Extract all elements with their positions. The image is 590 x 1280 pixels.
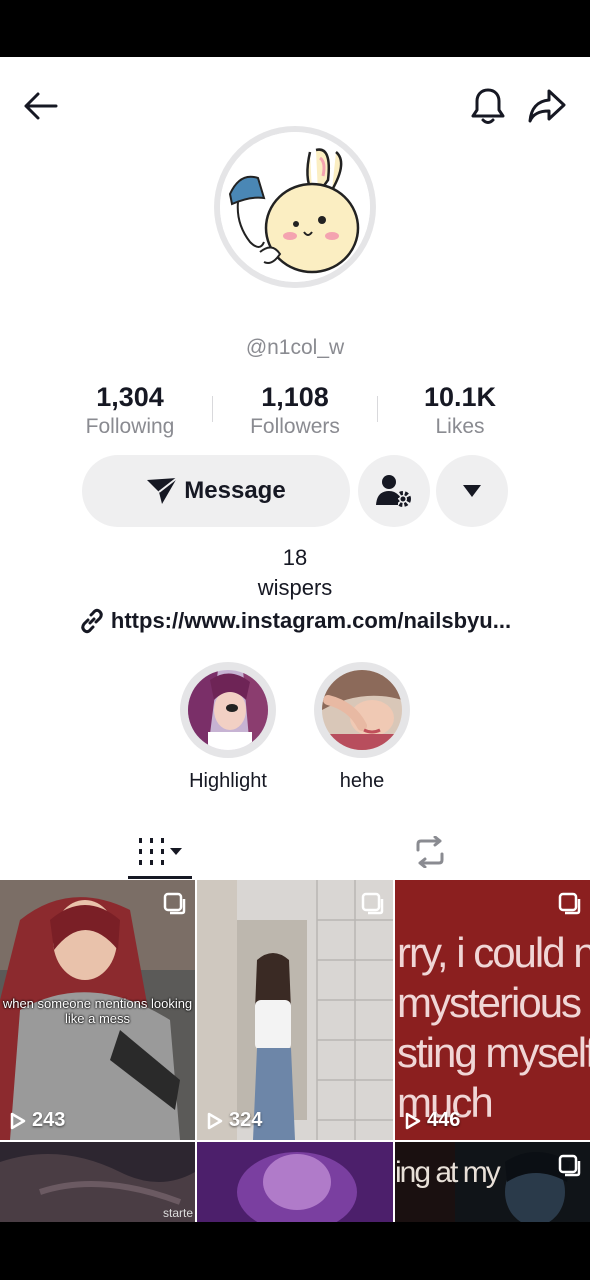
highlight-item[interactable]: hehe [312, 662, 412, 793]
notification-button[interactable] [466, 82, 510, 130]
link-icon [81, 608, 103, 634]
profile-settings-button[interactable] [358, 455, 430, 527]
play-icon [207, 1112, 223, 1129]
highlight-thumbnail [188, 670, 268, 750]
video-thumbnail-image [197, 1142, 393, 1222]
highlight-item[interactable]: Highlight [178, 662, 278, 793]
bio-link-text: https://www.instagram.com/nailsbyu... [110, 608, 512, 633]
profile-avatar[interactable] [214, 126, 376, 288]
stat-label: Followers [250, 415, 340, 438]
video-thumbnail[interactable]: rry, i could ne mysterious i l sting mys… [395, 880, 590, 1140]
more-options-button[interactable] [436, 455, 508, 527]
highlight-label: Highlight [189, 770, 267, 792]
view-count: 324 [207, 1109, 262, 1132]
highlight-label: hehe [339, 770, 385, 792]
view-count: 446 [405, 1109, 460, 1132]
stat-value: 1,304 [96, 382, 164, 412]
stat-label: Following [85, 415, 175, 438]
video-thumbnail[interactable]: ing at my [395, 1142, 590, 1222]
caret-down-icon [463, 485, 481, 497]
highlight-ring [314, 662, 410, 758]
stat-value: 10.1K [423, 382, 497, 412]
share-button[interactable] [522, 82, 572, 130]
grid-filter-icon [139, 838, 182, 865]
message-button[interactable]: Message [82, 455, 350, 527]
video-thumbnail[interactable] [197, 1142, 393, 1222]
username: @n1col_w [245, 336, 345, 359]
stat-likes[interactable]: 10.1K Likes [380, 380, 540, 440]
arrow-left-icon [24, 92, 58, 120]
view-count-value: 324 [229, 1109, 263, 1131]
tab-videos[interactable] [120, 826, 200, 878]
tab-reposts[interactable] [395, 826, 465, 878]
video-thumbnail[interactable]: 324 [197, 880, 393, 1140]
repost-icon [416, 836, 444, 868]
multi-photo-icon [558, 1154, 581, 1177]
bell-icon [471, 88, 505, 124]
bio-line: 18 [282, 545, 308, 570]
video-thumbnail[interactable]: when someone mentions looking like a mes… [0, 880, 195, 1140]
play-icon [10, 1112, 26, 1129]
multi-photo-icon [361, 892, 384, 915]
share-arrow-icon [528, 89, 566, 123]
message-button-label: Message [184, 477, 286, 504]
view-count-value: 446 [427, 1109, 461, 1131]
video-caption: rry, i could ne mysterious i l sting mys… [397, 929, 590, 1126]
video-thumbnail-image [197, 880, 393, 1140]
view-count: 243 [10, 1109, 65, 1132]
back-button[interactable] [16, 82, 64, 130]
stat-divider [212, 396, 213, 422]
video-caption: ing at my [395, 1156, 501, 1189]
stat-followers[interactable]: 1,108 Followers [215, 380, 375, 440]
bio-line: wispers [257, 575, 333, 600]
stat-following[interactable]: 1,304 Following [50, 380, 210, 440]
play-icon [405, 1112, 421, 1129]
stat-value: 1,108 [261, 382, 329, 412]
bunny-sticker-avatar-icon [220, 132, 370, 282]
video-caption: when someone mentions looking like a mes… [2, 996, 193, 1026]
paper-plane-icon [147, 477, 178, 504]
video-caption: starte [162, 1206, 193, 1220]
navigation-bar [0, 1222, 590, 1280]
highlight-thumbnail [322, 670, 402, 750]
highlight-ring [180, 662, 276, 758]
multi-photo-icon [558, 892, 581, 915]
status-bar [0, 0, 590, 57]
bio-link[interactable]: https://www.instagram.com/nailsbyu... [0, 608, 590, 634]
video-thumbnail[interactable]: starte [0, 1142, 195, 1222]
stat-divider [377, 396, 378, 422]
multi-photo-icon [163, 892, 186, 915]
view-count-value: 243 [32, 1109, 66, 1131]
user-settings-icon [376, 475, 411, 507]
active-tab-indicator [128, 876, 192, 879]
stat-label: Likes [435, 415, 485, 438]
